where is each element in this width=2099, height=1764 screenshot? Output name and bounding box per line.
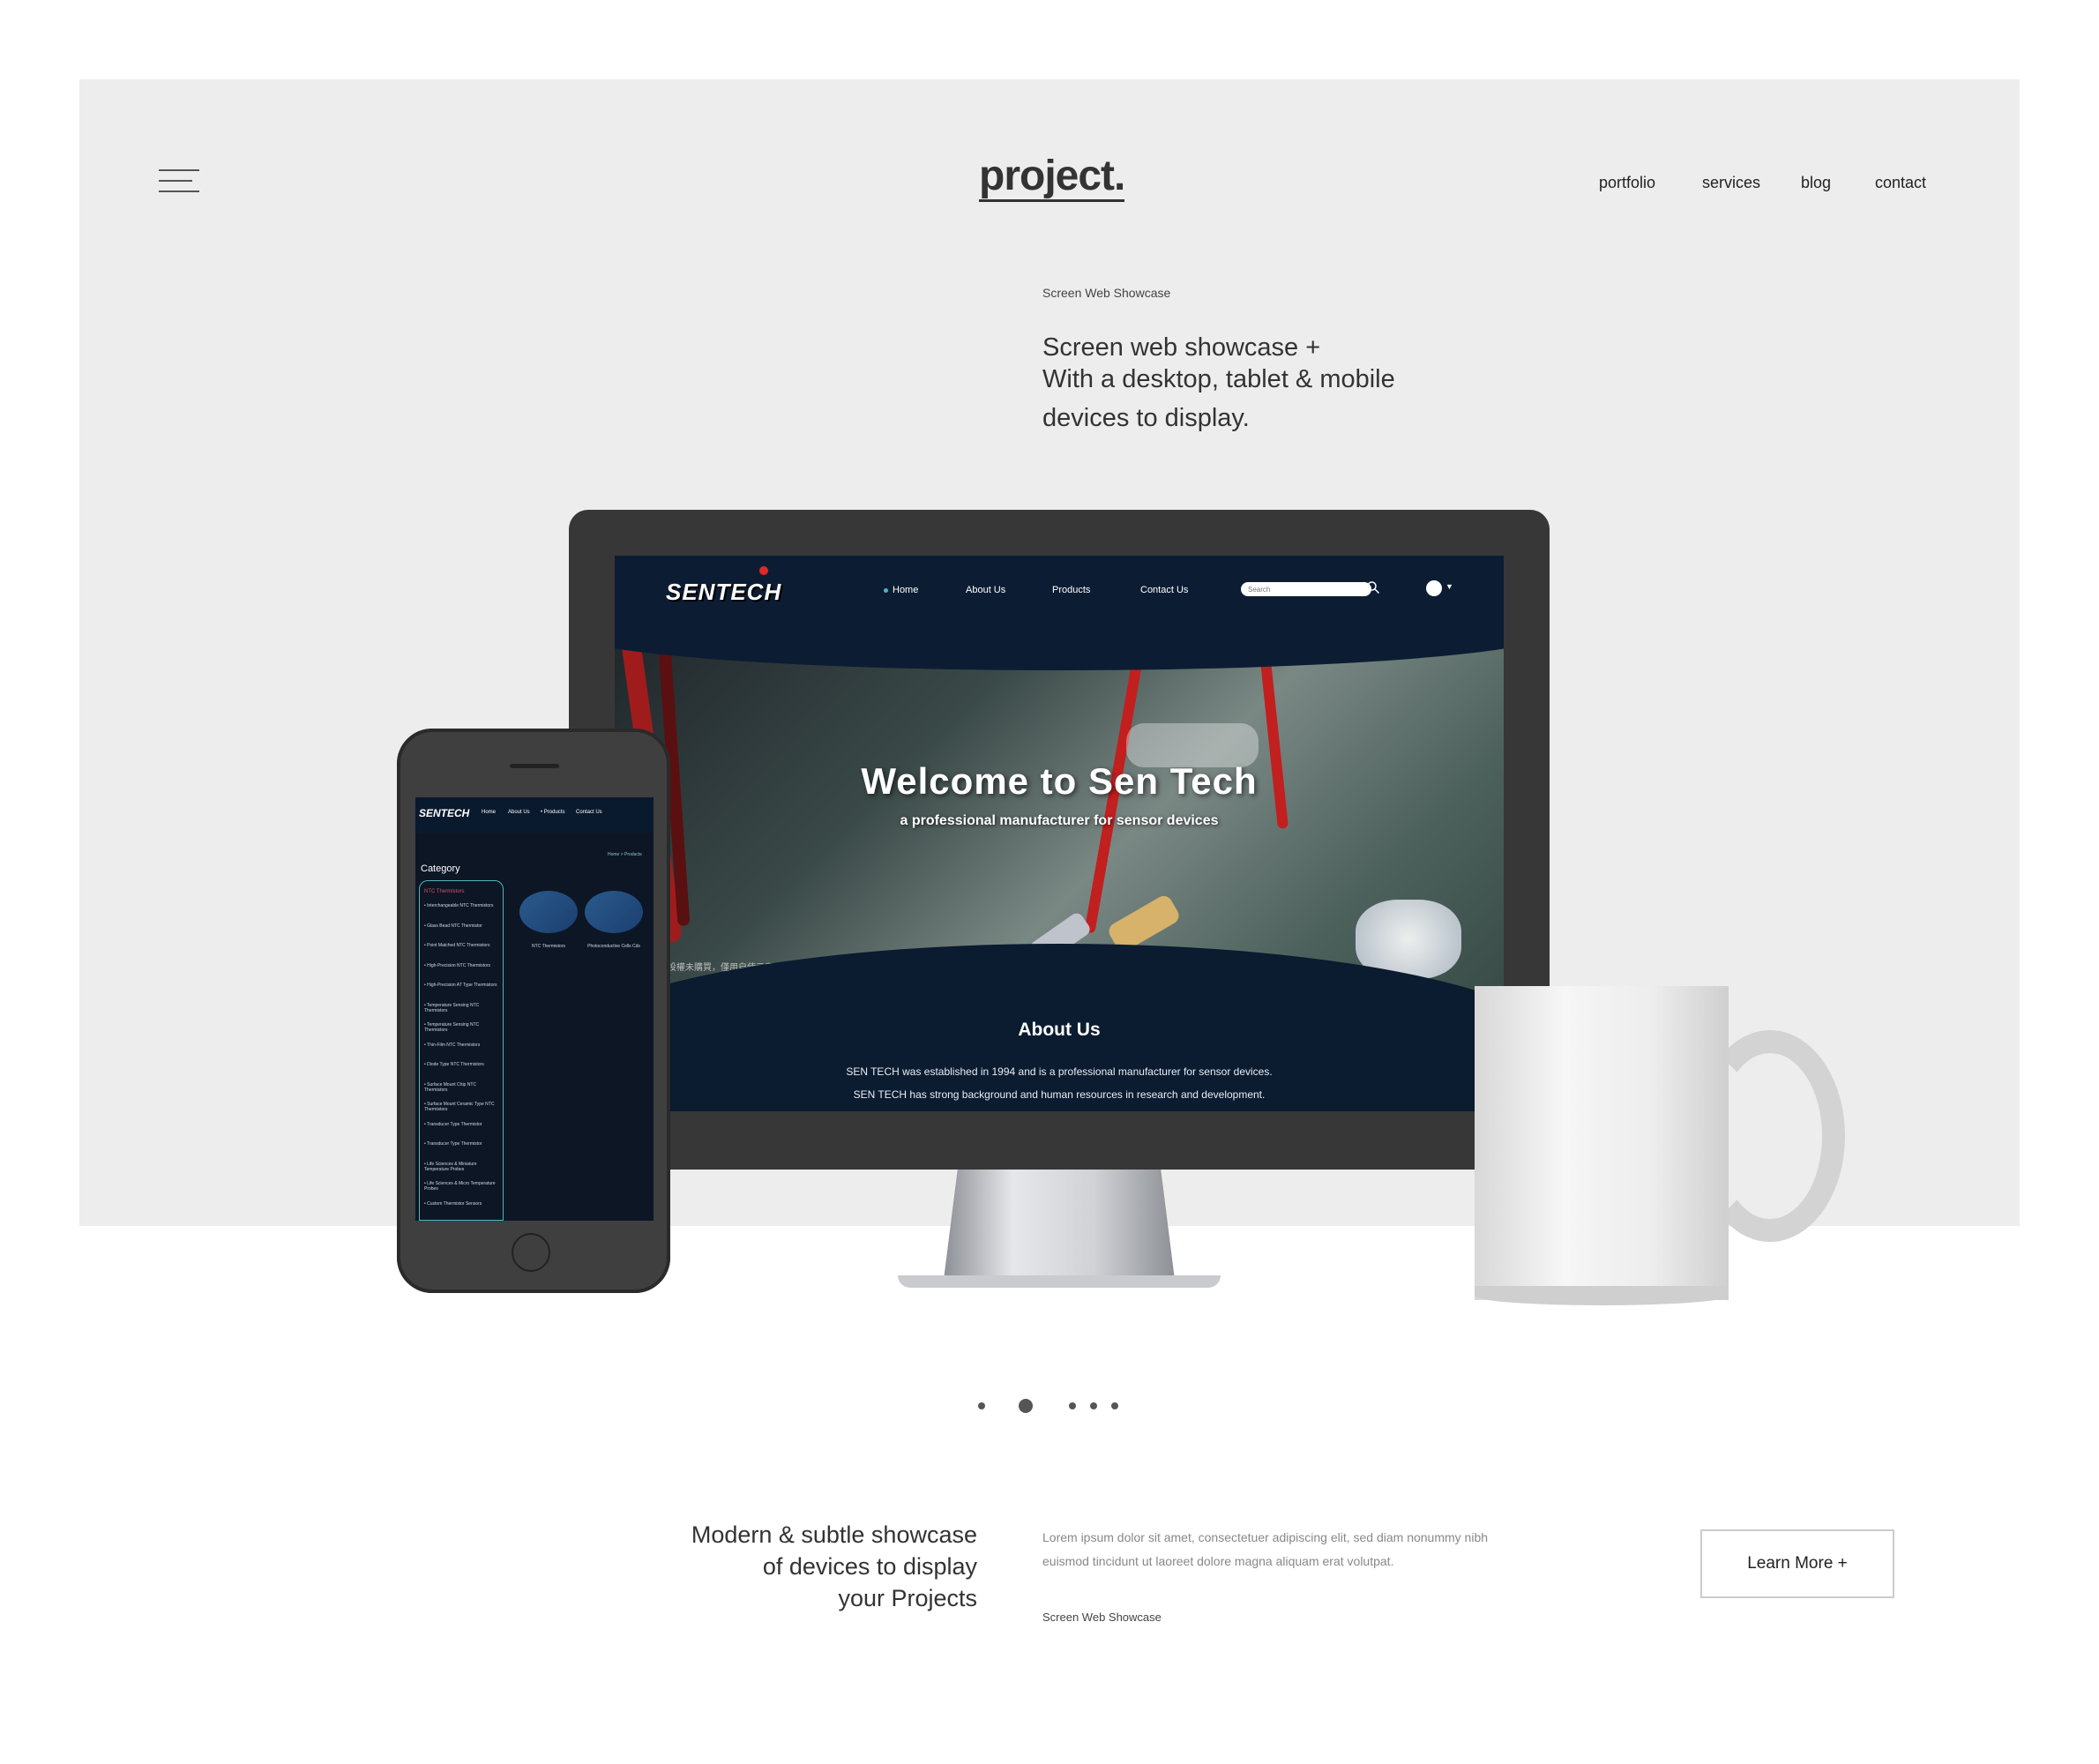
tagline-line: your Projects — [838, 1585, 977, 1611]
monitor-stand — [944, 1170, 1175, 1280]
mug-bottom — [1475, 1286, 1729, 1305]
carousel-dot[interactable] — [1069, 1402, 1076, 1409]
mobile-category-item[interactable]: • Thin-Film NTC Thermistors — [424, 1043, 500, 1048]
mobile-nav-item[interactable]: Home — [482, 810, 496, 815]
site-search-input[interactable] — [1241, 582, 1371, 596]
site-nav-home[interactable]: Home — [884, 585, 918, 595]
about-text: SEN TECH has strong background and human… — [853, 1088, 1266, 1101]
mobile-category-item[interactable]: • Custom Thermistor Sensors — [424, 1201, 500, 1207]
mobile-sentech-logo[interactable]: SENTECH — [419, 807, 469, 819]
mobile-category-item[interactable]: • Life Sciences & Micro Temperature Prob… — [424, 1181, 500, 1192]
mobile-breadcrumb[interactable]: Home > Products — [608, 852, 642, 857]
mobile-category-item[interactable]: • Diode Type NTC Thermistors — [424, 1062, 500, 1067]
mobile-category-item[interactable]: • Transducer Type Thermistor — [424, 1122, 500, 1127]
phone-home-button — [512, 1233, 550, 1272]
mobile-category-item[interactable]: • High-Precision NTC Thermistors — [424, 963, 500, 968]
nav-portfolio[interactable]: portfolio — [1599, 174, 1655, 192]
hero-subtitle: a professional manufacturer for sensor d… — [900, 813, 1219, 828]
sentech-logo[interactable]: SENTECH — [666, 579, 781, 606]
phone-speaker — [510, 764, 559, 768]
eyebrow-label: Screen Web Showcase — [1042, 1611, 1162, 1624]
tagline-line: Modern & subtle showcase — [691, 1521, 977, 1548]
sentech-logo-dot — [759, 566, 768, 575]
desktop-screen: SENTECH Home About Us Products Contact U… — [615, 556, 1504, 1111]
about-text: SEN TECH was established in 1994 and is … — [846, 1065, 1273, 1078]
coffee-mug — [1475, 986, 1729, 1300]
headline: Screen web showcase + With a desktop, ta… — [1042, 332, 1395, 434]
carousel-dot[interactable] — [1111, 1402, 1118, 1409]
mobile-nav-item[interactable]: • Products — [541, 810, 564, 815]
mobile-category-item[interactable]: • Transducer Type Thermistor — [424, 1141, 500, 1147]
site-logo[interactable]: project. — [979, 152, 1125, 202]
description-text: Lorem ipsum dolor sit amet, consectetuer… — [1042, 1530, 1489, 1568]
product-label: NTC Thermistors — [532, 944, 565, 949]
carousel-dot[interactable] — [978, 1402, 985, 1409]
caret-down-icon[interactable]: ▼ — [1445, 582, 1453, 591]
search-icon[interactable] — [1366, 580, 1380, 594]
headline-line: Screen web showcase + — [1042, 333, 1321, 362]
mobile-category-item[interactable]: • Point Matched NTC Thermistors — [424, 943, 500, 948]
site-nav-label: Home — [893, 585, 919, 595]
mobile-category-item[interactable]: • Life Sciences & Miniature Temperature … — [424, 1162, 500, 1172]
mobile-category-item[interactable]: • High-Precision AT Type Thermistors — [424, 983, 500, 988]
mobile-category-item[interactable]: • Glass Bead NTC Thermistor — [424, 923, 500, 929]
hamburger-menu-icon[interactable] — [159, 168, 201, 198]
mobile-screen: SENTECH Home About Us • Products Contact… — [415, 797, 654, 1221]
mobile-nav-item[interactable]: About Us — [508, 810, 530, 815]
mobile-category-item[interactable]: • Interchangeable NTC Thermistors — [424, 903, 500, 908]
nav-contact[interactable]: contact — [1875, 174, 1926, 192]
monitor-stand-base — [898, 1275, 1221, 1288]
product-thumbnail[interactable] — [519, 891, 578, 933]
site-nav-contact[interactable]: Contact Us — [1140, 585, 1188, 595]
mobile-category-item[interactable]: • Temperature Sensing NTC Thermistors — [424, 1003, 500, 1013]
headline-line: devices to display. — [1042, 404, 1250, 432]
learn-more-button[interactable]: Learn More + — [1700, 1529, 1894, 1598]
carousel-dot[interactable] — [1090, 1402, 1097, 1409]
mobile-category-head[interactable]: NTC Thermistors — [424, 889, 465, 894]
site-nav-about[interactable]: About Us — [966, 585, 1005, 595]
site-nav-products[interactable]: Products — [1052, 585, 1090, 595]
nav-services[interactable]: services — [1702, 174, 1760, 192]
nav-blog[interactable]: blog — [1801, 174, 1831, 192]
mobile-category-title: Category — [421, 863, 460, 874]
headline-line: With a desktop, tablet & mobile — [1042, 365, 1395, 393]
showcase-tagline: Modern & subtle showcase of devices to d… — [670, 1519, 977, 1614]
mobile-category-item[interactable]: • Temperature Sensing NTC Thermistors — [424, 1022, 500, 1033]
active-dot-icon — [884, 587, 888, 593]
hero-title: Welcome to Sen Tech — [861, 760, 1258, 802]
mobile-category-item[interactable]: • Surface Mount Chip NTC Thermistors — [424, 1082, 500, 1093]
mobile-nav-item[interactable]: Contact Us — [576, 810, 602, 815]
product-label: Photoconductive Cells Cds — [587, 944, 640, 949]
tagline-line: of devices to display — [762, 1553, 977, 1580]
eyebrow-label: Screen Web Showcase — [1042, 286, 1171, 300]
globe-icon[interactable] — [1426, 580, 1442, 596]
carousel-dot-active[interactable] — [1019, 1399, 1033, 1413]
about-title: About Us — [1018, 1020, 1101, 1040]
product-thumbnail[interactable] — [585, 891, 643, 933]
mobile-category-item[interactable]: • Surface Mount Ceramic Type NTC Thermis… — [424, 1102, 500, 1112]
